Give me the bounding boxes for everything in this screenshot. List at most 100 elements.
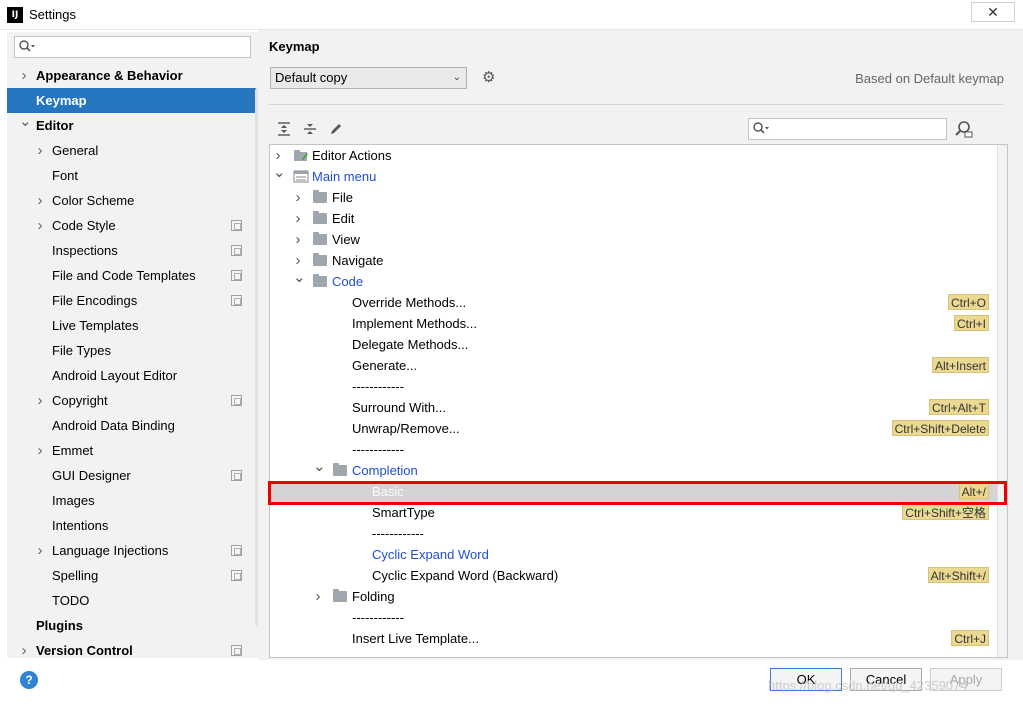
chevron-right-icon[interactable]: › xyxy=(313,586,323,607)
search-icon xyxy=(753,122,769,134)
action-search-input[interactable] xyxy=(748,118,947,140)
folder-icon xyxy=(333,463,347,476)
sidebar-item-label: Keymap xyxy=(36,93,87,108)
tree-row[interactable]: Generate... Alt+Insert xyxy=(270,355,997,376)
chevron-right-icon[interactable]: › xyxy=(35,438,45,463)
sidebar-item-font[interactable]: Font xyxy=(7,163,258,188)
tree-row[interactable]: Unwrap/Remove... Ctrl+Shift+Delete xyxy=(270,418,997,439)
chevron-down-icon[interactable]: ⌄ xyxy=(273,165,286,180)
separator-row[interactable]: ------------ xyxy=(270,439,997,460)
chevron-right-icon[interactable]: › xyxy=(35,388,45,413)
sidebar-item-label: Inspections xyxy=(52,243,118,258)
sidebar-item-color-scheme[interactable]: › Color Scheme xyxy=(7,188,258,213)
chevron-right-icon[interactable]: › xyxy=(35,188,45,213)
folder-icon xyxy=(313,232,327,245)
chevron-down-icon[interactable]: ⌄ xyxy=(19,113,32,130)
watermark-text: https://blog.csdn.net/qq_42359074 xyxy=(768,678,968,693)
tree-row[interactable]: Override Methods... Ctrl+O xyxy=(270,292,997,313)
close-button[interactable]: ✕ xyxy=(971,2,1015,22)
chevron-right-icon[interactable]: › xyxy=(273,145,283,166)
tree-row[interactable]: Cyclic Expand Word xyxy=(270,544,997,565)
sidebar-item-inspections[interactable]: Inspections xyxy=(7,238,258,263)
shortcut-badge: Alt+Shift+/ xyxy=(927,567,989,583)
tree-row[interactable]: › File xyxy=(270,187,997,208)
separator-row[interactable]: ------------ xyxy=(270,607,997,628)
tree-row[interactable]: SmartType Ctrl+Shift+空格 xyxy=(270,502,997,523)
collapse-all-icon[interactable] xyxy=(302,121,318,137)
sidebar-item-general[interactable]: › General xyxy=(7,138,258,163)
help-button[interactable]: ? xyxy=(20,671,38,689)
tree-row[interactable]: Delegate Methods... xyxy=(270,334,997,355)
tree-row[interactable]: › View xyxy=(270,229,997,250)
sidebar-item-label: Copyright xyxy=(52,393,108,408)
tree-scrollbar[interactable] xyxy=(997,145,1007,657)
sidebar-item-images[interactable]: Images xyxy=(7,488,258,513)
tree-row-label: Completion xyxy=(352,463,418,478)
tree-row-label: Unwrap/Remove... xyxy=(352,421,460,436)
sidebar-item-plugins[interactable]: Plugins xyxy=(7,613,258,638)
tree-row[interactable]: › Navigate xyxy=(270,250,997,271)
sidebar-item-copyright[interactable]: › Copyright xyxy=(7,388,258,413)
sidebar-item-live-templates[interactable]: Live Templates xyxy=(7,313,258,338)
tree-row[interactable]: Cyclic Expand Word (Backward) Alt+Shift+/ xyxy=(270,565,997,586)
shortcut-badge: Ctrl+J xyxy=(951,630,989,646)
tree-row[interactable]: Surround With... Ctrl+Alt+T xyxy=(270,397,997,418)
separator-row[interactable]: ------------ xyxy=(270,376,997,397)
sidebar-item-spelling[interactable]: Spelling xyxy=(7,563,258,588)
chevron-right-icon[interactable]: › xyxy=(35,213,45,238)
sidebar-search-input[interactable] xyxy=(14,36,251,58)
sidebar-item-gui-designer[interactable]: GUI Designer xyxy=(7,463,258,488)
sidebar-item-code-style[interactable]: › Code Style xyxy=(7,213,258,238)
sidebar-item-file-encodings[interactable]: File Encodings xyxy=(7,288,258,313)
tree-row[interactable]: ⌄ Main menu xyxy=(270,165,997,187)
page-title: Keymap xyxy=(269,39,320,54)
sidebar-item-todo[interactable]: TODO xyxy=(7,588,258,613)
folder-icon xyxy=(313,211,327,224)
tree-row[interactable]: Insert Live Template... Ctrl+J xyxy=(270,628,997,649)
tree-row[interactable]: ⌄ Completion xyxy=(270,459,997,481)
sidebar-item-keymap[interactable]: Keymap xyxy=(7,88,258,113)
tree-row[interactable]: Implement Methods... Ctrl+I xyxy=(270,313,997,334)
sidebar-item-language-injections[interactable]: › Language Injections xyxy=(7,538,258,563)
chevron-right-icon[interactable]: › xyxy=(293,250,303,271)
chevron-right-icon[interactable]: › xyxy=(19,63,29,88)
keymap-select[interactable]: Default copy ⌄ xyxy=(270,67,467,89)
tree-row[interactable]: › Folding xyxy=(270,586,997,607)
sidebar-item-label: Intentions xyxy=(52,518,109,533)
sidebar-item-file-types[interactable]: File Types xyxy=(7,338,258,363)
separator-row[interactable]: ------------ xyxy=(270,523,997,544)
tree-row[interactable]: › Editor Actions xyxy=(270,145,997,166)
sidebar-item-appearance-behavior[interactable]: › Appearance & Behavior xyxy=(7,63,258,88)
chevron-down-icon[interactable]: ⌄ xyxy=(293,270,306,285)
chevron-down-icon[interactable]: ⌄ xyxy=(313,459,326,474)
find-by-shortcut-icon[interactable] xyxy=(955,120,973,138)
sidebar-item-emmet[interactable]: › Emmet xyxy=(7,438,258,463)
chevron-down-icon: ⌄ xyxy=(452,72,461,83)
sidebar-item-label: Spelling xyxy=(52,568,99,583)
sidebar-item-label: Editor xyxy=(36,118,74,133)
chevron-right-icon[interactable]: › xyxy=(35,538,45,563)
sidebar-item-android-layout-editor[interactable]: Android Layout Editor xyxy=(7,363,258,388)
shortcut-badge: Ctrl+Shift+Delete xyxy=(891,420,989,436)
tree-row[interactable]: › Edit xyxy=(270,208,997,229)
keymap-tree[interactable]: › Editor Actions ⌄ Main menu › File › Edit › View… xyxy=(269,144,1008,658)
edit-icon[interactable] xyxy=(328,121,344,137)
sidebar-item-intentions[interactable]: Intentions xyxy=(7,513,258,538)
main-menu-icon xyxy=(293,170,309,183)
project-scope-icon xyxy=(231,245,242,256)
tree-row[interactable]: ⌄ Code xyxy=(270,270,997,292)
chevron-right-icon[interactable]: › xyxy=(293,187,303,208)
sidebar-item-editor[interactable]: ⌄ Editor xyxy=(7,113,258,138)
sidebar-item-label: Emmet xyxy=(52,443,94,458)
sidebar-item-android-data-binding[interactable]: Android Data Binding xyxy=(7,413,258,438)
gear-icon[interactable]: ⚙ xyxy=(482,70,498,86)
folder-icon xyxy=(313,190,327,203)
chevron-right-icon[interactable]: › xyxy=(293,229,303,250)
chevron-right-icon[interactable]: › xyxy=(293,208,303,229)
expand-all-icon[interactable] xyxy=(276,121,292,137)
chevron-right-icon[interactable]: › xyxy=(35,138,45,163)
chevron-right-icon[interactable]: › xyxy=(19,638,29,658)
sidebar-item-file-and-code-templates[interactable]: File and Code Templates xyxy=(7,263,258,288)
sidebar-item-version-control[interactable]: › Version Control xyxy=(7,638,258,658)
shortcut-badge: Ctrl+Shift+空格 xyxy=(902,504,989,520)
